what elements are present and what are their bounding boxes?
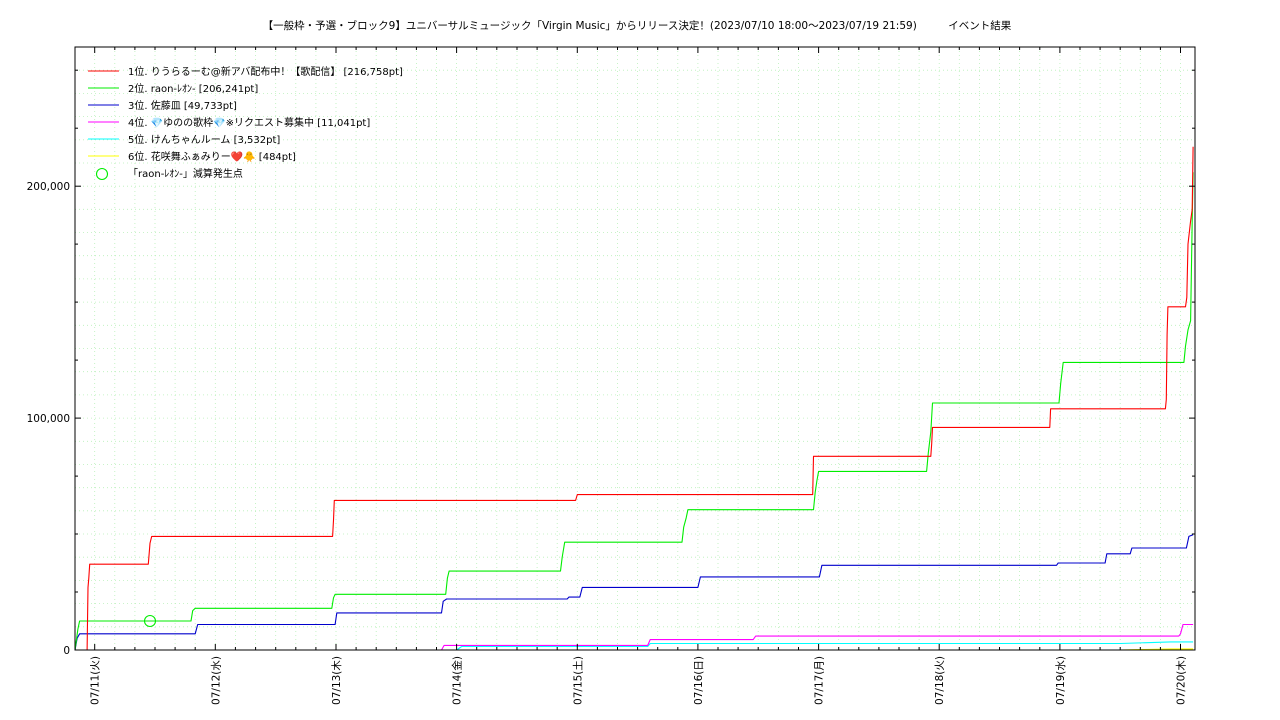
legend-label: 3位. 佐藤皿 [49,733pt] [128, 99, 237, 112]
y-tick-label: 100,000 [27, 413, 70, 425]
x-tick-label: 07/19(水) [1055, 656, 1067, 705]
series-line [86, 146, 1194, 651]
x-tick-label: 07/20(木) [1176, 656, 1188, 705]
x-tick-label: 07/17(月) [814, 656, 826, 705]
x-tick-label: 07/12(水) [210, 656, 222, 705]
legend-label: 4位. 💎ゆのの歌枠💎※リクエスト募集中 [11,041pt] [128, 116, 370, 129]
x-axis-labels: 07/11(火) 07/12(水) 07/13(木) 07/14(金) 07/15(土)… [90, 656, 1188, 705]
x-tick-label: 07/13(木) [331, 656, 343, 705]
x-tick-label: 07/18(火) [934, 656, 946, 705]
x-tick-label: 07/14(金) [451, 656, 464, 705]
legend-marker-swatch [95, 167, 109, 181]
y-axis-labels: 0 100,000 200,000 [27, 181, 70, 657]
legend-label: 6位. 花咲舞ふぁみりー❤️🐥 [484pt] [128, 150, 296, 163]
x-tick-label: 07/11(火) [90, 656, 102, 705]
y-tick-label: 200,000 [27, 181, 70, 193]
chart-title: 【一般枠・予選・ブロック9】ユニバーサルミュージック「Virgin Music」… [263, 19, 1012, 32]
legend-label: 1位. りうらるーむ@新アバ配布中！【歌配信】 [216,758pt] [128, 65, 403, 78]
x-tick-label: 07/16(日) [693, 656, 705, 705]
series-lines [74, 146, 1194, 651]
line-chart: 【一般枠・予選・ブロック9】ユニバーサルミュージック「Virgin Music」… [27, 19, 1196, 705]
series-line [74, 534, 1194, 651]
legend-label: 5位. けんちゃんルーム [3,532pt] [128, 133, 280, 146]
legend-label: 2位. raon-ﾚｵﾝ- [206,241pt] [128, 82, 258, 95]
y-tick-label: 0 [63, 645, 70, 657]
legend-label: 「raon-ﾚｵﾝ-」減算発生点 [128, 167, 243, 180]
x-tick-label: 07/15(土) [571, 656, 584, 705]
series-line [74, 172, 1194, 651]
